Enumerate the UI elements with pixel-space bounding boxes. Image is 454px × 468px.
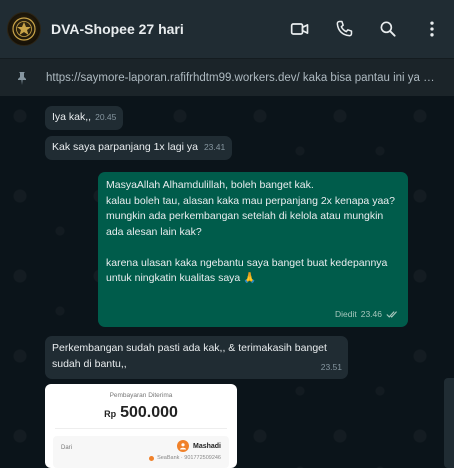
user-icon: [176, 440, 189, 452]
receipt-divider: [55, 428, 227, 429]
receipt-caption: Pembayaran Diterima: [109, 392, 173, 399]
pin-icon: [18, 71, 26, 85]
video-call-button[interactable]: [278, 7, 322, 51]
receipt-sender-card: Dari Mashadi SeaBank · 901772509246: [53, 436, 229, 468]
scroll-to-bottom-tab[interactable]: [444, 378, 454, 468]
voice-call-icon: [336, 20, 353, 37]
pinned-message-bar[interactable]: https://saymore-laporan.rafifrhdtm99.wor…: [0, 58, 454, 96]
receipt-currency: Rp: [104, 409, 117, 419]
bank-icon: [149, 455, 155, 461]
more-options-button[interactable]: [410, 7, 454, 51]
receipt-bank-info: SeaBank · 901772509246: [157, 455, 221, 461]
chat-title[interactable]: DVA-Shopee 27 hari: [51, 21, 184, 37]
edited-label: Diedit: [334, 308, 357, 319]
receipt-from-label: Dari: [61, 445, 73, 451]
double-check-icon: [386, 310, 399, 319]
chat-header: DVA-Shopee 27 hari: [0, 0, 454, 58]
message-text: Kak saya parpanjang 1x lagi ya: [52, 140, 198, 153]
search-icon: [380, 21, 396, 37]
payment-receipt-image[interactable]: Pembayaran Diterima Rp 500.000 Dari Masha…: [45, 384, 237, 468]
message-time: 23.46: [360, 308, 382, 319]
gold-emblem-icon: [12, 17, 36, 41]
more-options-icon: [430, 21, 434, 37]
message-bubble[interactable]: MasyaAllah Alhamdulillah, boleh banget k…: [98, 172, 408, 327]
message-bubble[interactable]: Perkembangan sudah pasti ada kak,, & ter…: [45, 336, 348, 379]
video-call-icon: [290, 23, 309, 35]
message-text: MasyaAllah Alhamdulillah, boleh banget k…: [106, 179, 395, 284]
message-bubble[interactable]: Kak saya parpanjang 1x lagi ya 23.41: [45, 136, 233, 160]
message-text: Perkembangan sudah pasti ada kak,, & ter…: [52, 342, 327, 370]
voice-call-button[interactable]: [322, 7, 366, 51]
message-time: 20.45: [95, 111, 117, 122]
pinned-message-text: https://saymore-laporan.rafifrhdtm99.wor…: [46, 71, 436, 84]
receipt-amount: Rp 500.000: [45, 404, 237, 422]
message-time: 23.51: [320, 361, 342, 372]
search-button[interactable]: [366, 7, 410, 51]
message-text: Iya kak,,: [52, 110, 92, 123]
receipt-amount-value: 500.000: [120, 404, 178, 421]
receipt-sender-name: Mashadi: [192, 442, 221, 450]
contact-avatar[interactable]: [7, 12, 41, 46]
message-bubble[interactable]: Iya kak,, 20.45: [45, 106, 124, 130]
message-time: 23.41: [203, 141, 226, 152]
